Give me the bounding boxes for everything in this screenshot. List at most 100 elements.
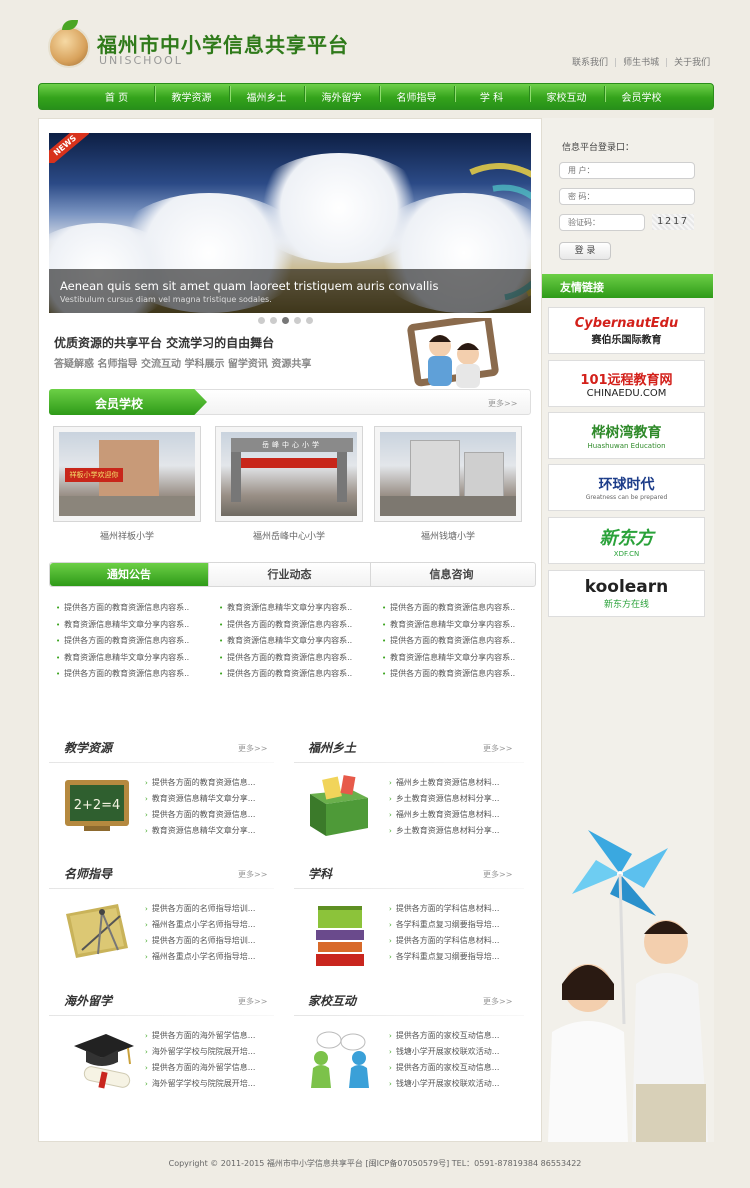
member-schools-more-link[interactable]: 更多>> [488, 398, 517, 409]
list-item[interactable]: • 教育资源信息精华文章分享内容系.. [56, 619, 216, 636]
password-input[interactable] [559, 188, 695, 205]
site-logo[interactable] [48, 26, 90, 68]
list-item[interactable]: › 钱塘小学开展家校联欢活动... [389, 1078, 519, 1094]
category-list: › 提供各方面的家校互动信息... › 钱塘小学开展家校联欢活动... › 提供各方面… [389, 1030, 519, 1094]
slider-dot[interactable] [294, 317, 301, 324]
category-title[interactable]: 学科 [308, 865, 332, 882]
school-name-2[interactable]: 福州岳峰中心小学 [215, 529, 363, 542]
list-item[interactable]: › 钱塘小学开展家校联欢活动... [389, 1046, 519, 1062]
list-item[interactable]: › 提供各方面的名师指导培训... [145, 903, 275, 919]
list-item[interactable]: › 提供各方面的海外留学信息... [145, 1062, 275, 1078]
list-item[interactable]: • 教育资源信息精华文章分享内容系.. [382, 652, 542, 669]
category-title[interactable]: 海外留学 [64, 992, 112, 1009]
username-input[interactable] [559, 162, 695, 179]
list-item[interactable]: › 提供各方面的家校互动信息... [389, 1062, 519, 1078]
category-title[interactable]: 家校互动 [308, 992, 356, 1009]
list-item[interactable]: • 教育资源信息精华文章分享内容系.. [56, 652, 216, 669]
list-item[interactable]: › 福州乡土教育资源信息材料... [389, 809, 519, 825]
school-name-1[interactable]: 福州祥板小学 [53, 529, 201, 542]
friend-link-koolearn[interactable]: koolearn 新东方在线 [548, 570, 705, 617]
nav-item-teaching[interactable]: 教学资源 [154, 86, 229, 104]
list-item[interactable]: › 提供各方面的家校互动信息... [389, 1030, 519, 1046]
nav-item-overseas[interactable]: 海外留学 [304, 86, 379, 104]
list-item[interactable]: › 海外留学学校与院院展开培... [145, 1078, 275, 1094]
nav-item-home-school[interactable]: 家校互动 [529, 86, 604, 104]
list-item[interactable]: • 提供各方面的教育资源信息内容系.. [56, 602, 216, 619]
top-link-contact[interactable]: 联系我们 [572, 58, 608, 68]
list-item[interactable]: • 提供各方面的教育资源信息内容系.. [219, 652, 379, 669]
list-item[interactable]: › 福州各重点小学名师指导培... [145, 919, 275, 935]
category-title[interactable]: 福州乡土 [308, 739, 356, 756]
friend-link-chinaedu[interactable]: 101远程教育网 CHINAEDU.COM [548, 360, 705, 407]
school-name-3[interactable]: 福州钱塘小学 [374, 529, 522, 542]
list-item[interactable]: › 各学科重点复习纲要指导培... [389, 919, 519, 935]
list-item[interactable]: • 提供各方面的教育资源信息内容系.. [382, 635, 542, 652]
category-more-link[interactable]: 更多>> [238, 996, 267, 1007]
school-photo-2[interactable]: 岳峰中心小学 [215, 426, 363, 522]
slider-dot[interactable] [306, 317, 313, 324]
top-link-bookstore[interactable]: 师生书城 [623, 58, 659, 68]
banner-title[interactable]: Aenean quis sem sit amet quam laoreet tr… [60, 279, 438, 293]
slider-dot[interactable] [270, 317, 277, 324]
list-item[interactable]: • 提供各方面的教育资源信息内容系.. [219, 668, 379, 685]
news-column-3: • 提供各方面的教育资源信息内容系.. • 教育资源信息精华文章分享内容系.. • 提… [382, 602, 542, 685]
nav-item-member[interactable]: 会员学校 [604, 86, 679, 104]
category-more-link[interactable]: 更多>> [238, 743, 267, 754]
list-item[interactable]: • 提供各方面的教育资源信息内容系.. [219, 619, 379, 636]
captcha-image[interactable]: 1217 [652, 214, 694, 230]
list-item[interactable]: › 教育资源信息精华文章分享... [145, 793, 275, 809]
list-item[interactable]: › 提供各方面的学科信息材料... [389, 903, 519, 919]
friend-link-xdf[interactable]: 新东方 XDF.CN [548, 517, 705, 564]
list-item[interactable]: › 各学科重点复习纲要指导培... [389, 951, 519, 967]
login-button[interactable]: 登 录 [559, 242, 611, 260]
list-item[interactable]: • 教育资源信息精华文章分享内容系.. [219, 602, 379, 619]
list-item[interactable]: › 福州各重点小学名师指导培... [145, 951, 275, 967]
list-item[interactable]: • 教育资源信息精华文章分享内容系.. [382, 619, 542, 636]
top-link-about[interactable]: 关于我们 [674, 58, 710, 68]
tab-industry[interactable]: 行业动态 [208, 563, 370, 586]
captcha-input[interactable] [559, 214, 645, 231]
tab-consult[interactable]: 信息咨询 [370, 563, 532, 586]
list-item[interactable]: › 提供各方面的教育资源信息... [145, 777, 275, 793]
list-item[interactable]: › 乡土教育资源信息材料分享... [389, 825, 519, 841]
list-item[interactable]: › 教育资源信息精华文章分享... [145, 825, 275, 841]
gate-pillar [337, 452, 347, 502]
friend-link-cybernaut[interactable]: CybernautEdu 赛伯乐国际教育 [548, 307, 705, 354]
list-item[interactable]: › 乡土教育资源信息材料分享... [389, 793, 519, 809]
nav-item-home[interactable]: 首 页 [79, 89, 154, 104]
slider-dot[interactable] [258, 317, 265, 324]
slider-dot-active[interactable] [282, 317, 289, 324]
category-more-link[interactable]: 更多>> [483, 869, 512, 880]
list-item[interactable]: • 提供各方面的教育资源信息内容系.. [382, 668, 542, 685]
list-item[interactable]: • 提供各方面的教育资源信息内容系.. [56, 668, 216, 685]
list-item[interactable]: › 提供各方面的教育资源信息... [145, 809, 275, 825]
list-item[interactable]: › 提供各方面的名师指导培训... [145, 935, 275, 951]
friend-link-name: 101远程教育网 [580, 372, 673, 388]
list-item[interactable]: • 提供各方面的教育资源信息内容系.. [56, 635, 216, 652]
school-photo-3[interactable] [374, 426, 522, 522]
category-title[interactable]: 名师指导 [64, 865, 112, 882]
nav-item-teacher[interactable]: 名师指导 [379, 86, 454, 104]
list-item[interactable]: › 提供各方面的海外留学信息... [145, 1030, 275, 1046]
box-icon [310, 775, 368, 836]
list-item[interactable]: › 海外留学学校与院院展开培... [145, 1046, 275, 1062]
list-item[interactable]: › 福州乡土教育资源信息材料... [389, 777, 519, 793]
list-item[interactable]: › 提供各方面的学科信息材料... [389, 935, 519, 951]
tab-notices[interactable]: 通知公告 [50, 563, 208, 586]
category-more-link[interactable]: 更多>> [483, 743, 512, 754]
site-subtitle: UNISCHOOL [99, 54, 183, 67]
school-sign: 祥板小学欢迎你 [65, 468, 123, 482]
compass-icon [66, 904, 128, 958]
category-more-link[interactable]: 更多>> [238, 869, 267, 880]
chat-people-icon [311, 1031, 369, 1088]
school-photo-1[interactable]: 祥板小学欢迎你 [53, 426, 201, 522]
slogan-line-1: 优质资源的共享平台 交流学习的自由舞台 [54, 336, 275, 350]
friend-link-global-times[interactable]: 环球时代 Greatness can be prepared [548, 464, 705, 511]
nav-item-local[interactable]: 福州乡土 [229, 86, 304, 104]
category-title[interactable]: 教学资源 [64, 739, 112, 756]
category-more-link[interactable]: 更多>> [483, 996, 512, 1007]
friend-link-huashuwan[interactable]: 桦树湾教育 Huashuwan Education [548, 412, 705, 459]
list-item[interactable]: • 提供各方面的教育资源信息内容系.. [382, 602, 542, 619]
nav-item-subject[interactable]: 学 科 [454, 86, 529, 104]
list-item[interactable]: • 教育资源信息精华文章分享内容系.. [219, 635, 379, 652]
